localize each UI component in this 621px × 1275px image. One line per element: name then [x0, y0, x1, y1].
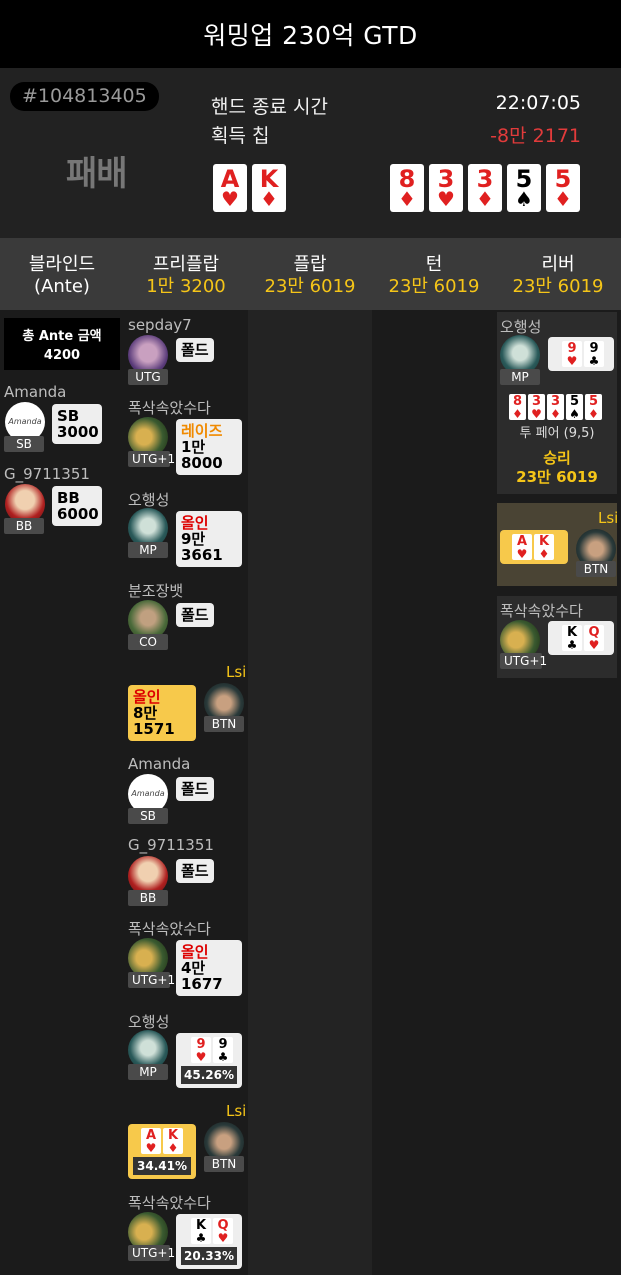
showdown-bubble: 9 ♥ 9 ♣ 45.26% — [176, 1033, 242, 1088]
position-badge: UTG+1 — [128, 972, 175, 988]
position-badge: BB — [4, 518, 44, 534]
hand-id-badge: #104813405 — [10, 82, 159, 111]
hand-result-label: 패배 — [66, 154, 128, 194]
chips-label: 획득 칩 — [211, 125, 270, 147]
shown-card: Q ♥ — [584, 625, 604, 651]
column-header-blinds: 블라인드 (Ante) — [28, 254, 96, 297]
column-header-turn: 턴 23만 6019 — [388, 254, 480, 297]
position-badge: UTG+1 — [128, 1245, 175, 1261]
action-bubble: 올인 4만 1677 — [176, 940, 242, 996]
player-name: Lsi — [226, 1102, 247, 1120]
shown-card: K ♦ — [534, 534, 554, 560]
best-hand-card: 5 ♠ — [507, 164, 541, 212]
player-name: 오행성 — [500, 318, 542, 336]
player-name: G_9711351 — [128, 836, 214, 854]
position-badge: SB — [128, 808, 168, 824]
best-hand-card: 3 ♦ — [468, 164, 502, 212]
position-badge: SB — [4, 436, 44, 452]
shown-card: K ♦ — [163, 1128, 183, 1154]
showdown-bubble: A ♥ K ♦ 34.41% — [128, 1124, 196, 1179]
player-name: 폭삭속았수다 — [500, 602, 583, 620]
equity-percent: 45.26% — [181, 1066, 237, 1084]
position-badge: BTN — [576, 561, 616, 577]
equity-percent: 34.41% — [133, 1157, 191, 1175]
ante-total-label: 총 Ante 금액 — [22, 329, 102, 344]
lane-blinds — [0, 310, 124, 1275]
action-bubble: 폴드 — [176, 603, 214, 627]
player-name: 폭삭속았수다 — [128, 399, 211, 417]
position-badge: UTG+1 — [128, 451, 175, 467]
best-hand-card: 5 ♦ — [546, 164, 580, 212]
player-name: 분조장뱃 — [128, 582, 184, 600]
player-name: 오행성 — [128, 1013, 170, 1031]
showdown-bubble: K ♣ Q ♥ 20.33% — [176, 1214, 242, 1269]
action-bubble: 올인 8만 1571 — [128, 685, 196, 741]
action-bubble: 폴드 — [176, 338, 214, 362]
board-card: 3 ♦ — [547, 394, 564, 420]
shown-card: K ♣ — [191, 1218, 211, 1244]
board-card: 5 ♠ — [566, 394, 583, 420]
position-badge: UTG — [128, 369, 168, 385]
player-name: sepday7 — [128, 316, 192, 334]
shown-card: Q ♥ — [213, 1218, 233, 1244]
player-name: G_9711351 — [4, 465, 90, 483]
player-name: Amanda — [4, 383, 67, 401]
player-name: 폭삭속았수다 — [128, 920, 211, 938]
shown-card: A ♥ — [141, 1128, 161, 1154]
player-name: 오행성 — [128, 491, 170, 509]
hole-card: A ♥ — [213, 164, 247, 212]
board-card: 5 ♦ — [585, 394, 602, 420]
shown-card: 9 ♣ — [213, 1037, 233, 1063]
column-header-river: 리버 23만 6019 — [512, 254, 604, 297]
position-badge: MP — [500, 369, 540, 385]
position-badge: MP — [128, 1064, 168, 1080]
board-card: 3 ♥ — [528, 394, 545, 420]
win-label: 승리 23만 6019 — [516, 449, 598, 486]
action-bubble: BB 6000 — [52, 486, 102, 526]
player-name: 폭삭속았수다 — [128, 1194, 211, 1212]
position-badge: BB — [128, 890, 168, 906]
shown-card: K ♣ — [562, 625, 582, 651]
action-bubble: 폴드 — [176, 777, 214, 801]
ante-total-box: 총 Ante 금액 4200 — [4, 318, 120, 370]
showdown-bubble: K ♣ Q ♥ — [548, 621, 614, 655]
position-badge: MP — [128, 542, 168, 558]
end-time-value: 22:07:05 — [495, 92, 581, 114]
action-bubble: 레이즈 1만 8000 — [176, 419, 242, 475]
lane-turn — [372, 310, 496, 1275]
shown-card: 9 ♣ — [584, 341, 604, 367]
position-badge: CO — [128, 634, 168, 650]
column-header-preflop: 프리플랍 1만 3200 — [146, 254, 226, 297]
position-badge: BTN — [204, 716, 244, 732]
end-time-label: 핸드 종료 시간 — [211, 96, 328, 118]
player-name: Lsi — [598, 509, 619, 527]
player-name: Lsi — [226, 663, 247, 681]
position-badge: UTG+1 — [500, 653, 547, 669]
chips-value: -8만 2171 — [490, 125, 581, 147]
showdown-bubble: 9 ♥ 9 ♣ — [548, 337, 614, 371]
showdown-bubble: A ♥ K ♦ — [500, 530, 568, 564]
column-header-flop: 플랍 23만 6019 — [264, 254, 356, 297]
hand-rank-label: 투 페어 (9,5) — [519, 426, 595, 441]
winning-hand-cards: 8 ♦ 3 ♥ 3 ♦ 5 ♠ 5 ♦ — [509, 394, 604, 420]
lane-flop — [248, 310, 372, 1275]
hole-card: K ♦ — [252, 164, 286, 212]
shown-card: 9 ♥ — [562, 341, 582, 367]
shown-card: 9 ♥ — [191, 1037, 211, 1063]
ante-total-amount: 4200 — [43, 348, 81, 363]
action-bubble: SB 3000 — [52, 404, 102, 444]
action-bubble: 폴드 — [176, 859, 214, 883]
player-name: Amanda — [128, 755, 191, 773]
app-title: 워밍업 230억 GTD — [0, 0, 621, 68]
best-hand-card: 8 ♦ — [390, 164, 424, 212]
shown-card: A ♥ — [512, 534, 532, 560]
equity-percent: 20.33% — [181, 1247, 237, 1265]
position-badge: BTN — [204, 1156, 244, 1172]
best-hand-card: 3 ♥ — [429, 164, 463, 212]
board-card: 8 ♦ — [509, 394, 526, 420]
action-bubble: 올인 9만 3661 — [176, 511, 242, 567]
